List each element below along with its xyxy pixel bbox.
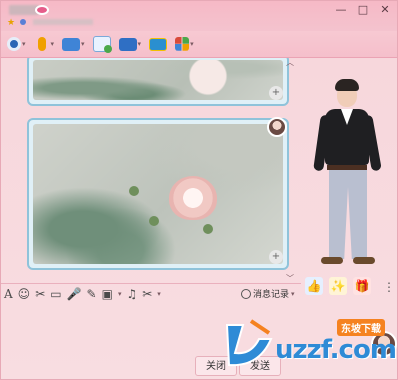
sparkle-icon[interactable]: ✨ bbox=[329, 277, 347, 295]
figure-hair bbox=[335, 79, 359, 91]
contact-signature-row: ★ bbox=[7, 18, 93, 28]
image-message[interactable]: + bbox=[27, 58, 289, 106]
watermark-badge: 东坡下载 bbox=[337, 319, 385, 336]
chevron-down-icon[interactable]: ▾ bbox=[22, 40, 26, 48]
message-area: + + bbox=[23, 58, 303, 272]
rose-flower bbox=[169, 176, 217, 220]
voice-message-icon[interactable]: 🎤 bbox=[67, 287, 82, 301]
scroll-up-icon[interactable]: ︿ bbox=[286, 57, 294, 68]
chevron-down-icon[interactable]: ▾ bbox=[118, 290, 122, 298]
apps-grid-icon bbox=[175, 37, 190, 51]
image-message[interactable]: + bbox=[27, 118, 289, 270]
figure-belt bbox=[327, 165, 367, 170]
add-app-icon bbox=[92, 36, 112, 53]
zoom-icon[interactable]: + bbox=[269, 86, 283, 100]
sender-avatar[interactable] bbox=[267, 117, 287, 137]
figure-legs bbox=[329, 169, 367, 259]
record-button[interactable]: ▾ bbox=[5, 34, 28, 54]
chevron-down-icon: ▾ bbox=[291, 289, 295, 298]
remote-desktop-icon bbox=[149, 37, 168, 51]
rose-photo bbox=[33, 124, 283, 264]
minimize-button[interactable]: — bbox=[333, 3, 349, 17]
folder-icon bbox=[62, 37, 81, 51]
apps-button[interactable]: ▾ bbox=[173, 34, 196, 54]
figure-shoe bbox=[353, 257, 375, 264]
contact-status-icon bbox=[35, 5, 49, 15]
chevron-down-icon[interactable]: ▾ bbox=[138, 40, 142, 48]
chevron-down-icon[interactable]: ▾ bbox=[190, 40, 194, 48]
rose-bud bbox=[149, 216, 159, 226]
message-history-button[interactable]: 消息记录 ▾ bbox=[241, 287, 295, 300]
more-options-icon[interactable]: ⋮ bbox=[383, 280, 395, 294]
close-button[interactable]: ✕ bbox=[377, 3, 393, 17]
figure-shoe bbox=[321, 257, 343, 264]
file-button[interactable]: ▾ bbox=[60, 34, 87, 54]
chevron-down-icon[interactable]: ▾ bbox=[51, 40, 55, 48]
watermark-text: uzzf.com bbox=[275, 335, 397, 365]
edit-icon[interactable]: ✎ bbox=[87, 287, 97, 301]
screen-share-button[interactable]: ▾ bbox=[117, 34, 144, 54]
show-actions: 👍 ✨ 🎁 bbox=[305, 277, 371, 295]
chevron-down-icon[interactable]: ▾ bbox=[81, 40, 85, 48]
screen-share-icon bbox=[118, 37, 137, 51]
voice-button[interactable]: ▾ bbox=[32, 34, 57, 54]
window-controls: — □ ✕ bbox=[333, 3, 393, 17]
rose-bud bbox=[129, 186, 139, 196]
main-toolbar: ▾ ▾ ▾ ▾ ▾ bbox=[1, 31, 397, 58]
avatar-show-figure[interactable] bbox=[313, 79, 383, 269]
message-history-label: 消息记录 bbox=[253, 290, 290, 300]
flower-photo bbox=[33, 60, 283, 100]
add-app-button[interactable] bbox=[91, 34, 113, 54]
remote-desktop-button[interactable] bbox=[147, 34, 169, 54]
watermark-logo bbox=[225, 319, 273, 367]
clock-icon bbox=[241, 288, 251, 299]
star-icon: ★ bbox=[7, 18, 16, 28]
image-icon[interactable]: ▣ bbox=[102, 287, 113, 301]
chat-window: ★ — □ ✕ ▾ ▾ ▾ ▾ ▾ + + ︿ ﹀ A ☺ ✂ ▭ 🎤 ✎ ▣ … bbox=[0, 0, 398, 380]
maximize-button[interactable]: □ bbox=[355, 3, 371, 17]
microphone-icon bbox=[37, 37, 46, 51]
chevron-down-icon[interactable]: ▾ bbox=[157, 290, 161, 298]
font-icon[interactable]: A bbox=[4, 287, 13, 301]
rose-bud bbox=[203, 224, 213, 234]
title-bar: ★ — □ ✕ bbox=[1, 1, 397, 31]
screenshot-icon[interactable]: ✂ bbox=[142, 287, 152, 301]
like-icon[interactable]: 👍 bbox=[305, 277, 323, 295]
signature-blurred bbox=[32, 19, 93, 25]
zoom-icon[interactable]: + bbox=[269, 250, 283, 264]
magic-wand-icon[interactable]: ✂ bbox=[35, 287, 45, 301]
video-icon[interactable]: ▭ bbox=[50, 287, 61, 301]
emoji-icon[interactable]: ☺ bbox=[18, 287, 31, 301]
status-dot-icon bbox=[19, 19, 26, 25]
gift-icon[interactable]: 🎁 bbox=[353, 277, 371, 295]
record-icon bbox=[7, 37, 21, 51]
music-icon[interactable]: ♫ bbox=[126, 287, 137, 301]
